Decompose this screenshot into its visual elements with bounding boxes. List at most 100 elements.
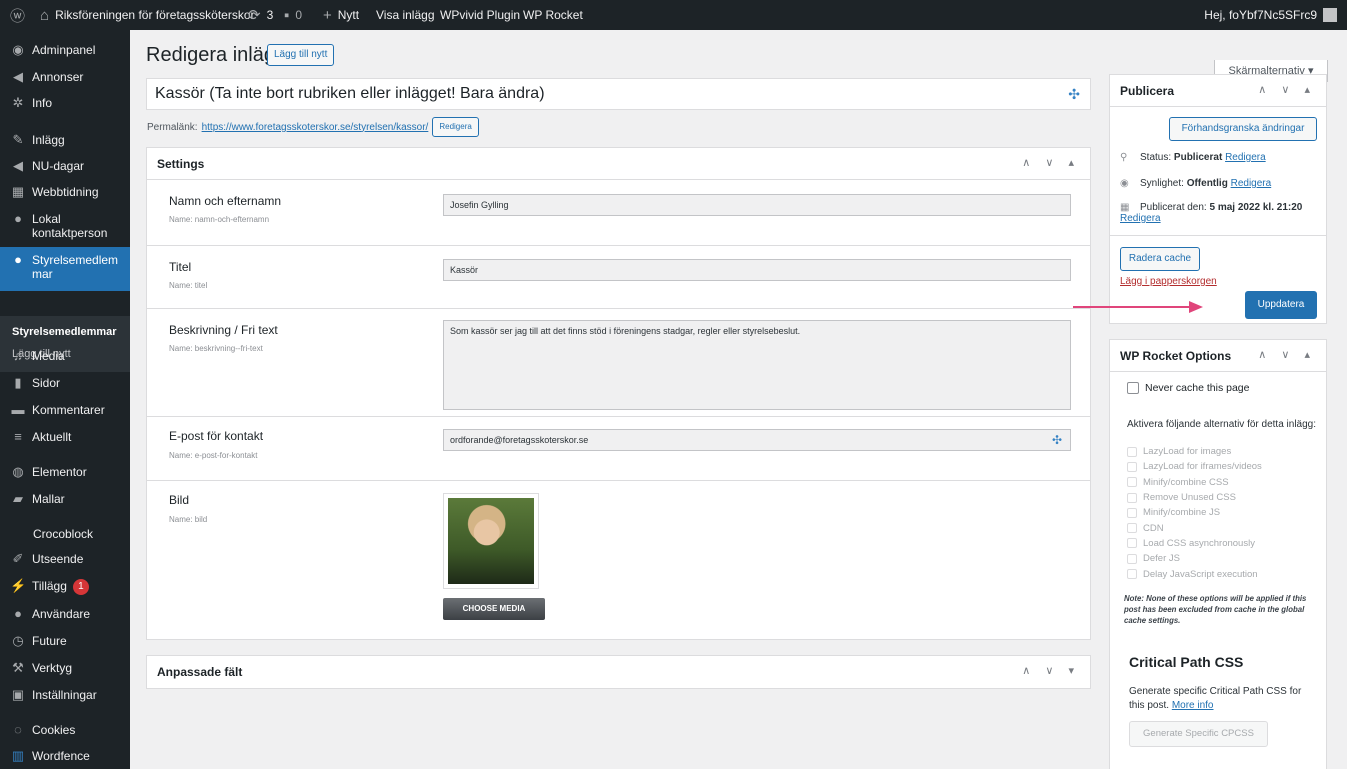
sidebar-item-anvandare[interactable]: ● Användare [0, 606, 130, 622]
description-textarea[interactable]: Som kassör ser jag till att det finns st… [443, 320, 1071, 410]
sidebar-item-webbtidning[interactable]: ▦ Webbtidning [0, 184, 130, 200]
main-content: Redigera inlägg Lägg till nytt Skärmalte… [130, 30, 1347, 769]
sidebar-item-sidor[interactable]: ▮ Sidor [0, 376, 130, 391]
cpcss-description: Generate specific Critical Path CSS for … [1129, 686, 1302, 711]
sidebar-item-mallar[interactable]: ▰ Mallar [0, 492, 130, 507]
option-cdn[interactable]: CDN [1127, 520, 1262, 535]
autofill-icon[interactable]: ✣ [1068, 79, 1080, 109]
wrench-icon: ⚒ [12, 660, 24, 675]
option-load-css-async[interactable]: Load CSS asynchronously [1127, 536, 1262, 551]
updates-link[interactable]: ⟳ 3 [248, 0, 273, 30]
page-title: Redigera inlägg [146, 44, 287, 66]
sidebar-item-future[interactable]: ◷ Future [0, 633, 130, 649]
generate-cpcss-button[interactable]: Generate Specific CPCSS [1129, 721, 1268, 747]
published-edit-link[interactable]: Redigera [1120, 213, 1320, 224]
never-cache-checkbox[interactable] [1127, 382, 1139, 394]
pin-icon: ✎ [12, 132, 24, 147]
field-row-image: Bild Name: bild CHOOSE MEDIA [147, 481, 1090, 639]
settings-icon: ▣ [11, 687, 25, 702]
preview-changes-button[interactable]: Förhandsgranska ändringar [1169, 117, 1317, 141]
user-icon: ● [14, 211, 22, 226]
sidebar-item-utseende[interactable]: ✐ Utseende [0, 551, 130, 567]
metabox-controls[interactable]: ∧ ∨ ▴ [1022, 156, 1080, 169]
clear-cache-button[interactable]: Radera cache [1120, 247, 1200, 271]
post-title-input[interactable]: Kassör (Ta inte bort rubriken eller inlä… [146, 78, 1091, 110]
choose-media-button[interactable]: CHOOSE MEDIA [443, 598, 545, 620]
calendar-icon: ▦ [1120, 202, 1130, 213]
sidebar-item-aktuellt[interactable]: ≡ Aktuellt [0, 430, 130, 445]
permalink-url[interactable]: https://www.foretagsskoterskor.se/styrel… [202, 122, 429, 133]
email-field[interactable]: ordforande@foretagsskoterskor.se ✣ [443, 429, 1071, 451]
sidebar-item-crocoblock[interactable]: Crocoblock [0, 527, 130, 541]
permalink-edit-button[interactable]: Redigera [432, 117, 479, 137]
sidebar-item-cookies[interactable]: ◌ Cookies [0, 723, 130, 738]
clock-icon: ◷ [12, 633, 24, 648]
sidebar-item-tillagg[interactable]: ⚡ Tillägg 1 [0, 579, 130, 595]
status-edit-link[interactable]: Redigera [1225, 152, 1266, 163]
sidebar-item-lokal-kontaktperson[interactable]: ● Lokal kontaktperson [0, 211, 130, 241]
pin-icon: ⚲ [1120, 152, 1128, 163]
comments-link[interactable]: ▪ 0 [284, 0, 302, 30]
wpvivid-link[interactable]: WPvivid Plugin [440, 0, 520, 30]
plugin-icon: ⚡ [10, 578, 27, 593]
sidebar-item-media[interactable]: ♫ Media [0, 349, 130, 364]
view-post-link[interactable]: Visa inlägg [376, 0, 435, 30]
published-row: ▦ Publicerat den: 5 maj 2022 kl. 21:20 Red… [1120, 202, 1320, 224]
update-button[interactable]: Uppdatera [1245, 291, 1317, 319]
sidebar-item-annonser[interactable]: ◀ Annonser [0, 69, 130, 85]
publish-metabox: Publicera ∧ ∨ ▴ Förhandsgranska ändringa… [1109, 74, 1327, 324]
account-menu[interactable]: Hej, foYbf7Nc5SFrc9 [1204, 0, 1337, 30]
sidebar-item-inlagg[interactable]: ✎ Inlägg [0, 132, 130, 148]
layout-icon: ▦ [11, 184, 25, 199]
eye-icon: ◉ [1120, 178, 1129, 189]
cpcss-title: Critical Path CSS [1129, 654, 1244, 670]
wp-rocket-metabox: WP Rocket Options ∧ ∨ ▴ Never cache this… [1109, 339, 1327, 769]
plus-icon: + [323, 6, 332, 24]
sidebar-item-elementor[interactable]: ◍ Elementor [0, 465, 130, 480]
sidebar-item-nu-dagar[interactable]: ◀ NU-dagar [0, 158, 130, 174]
wordpress-logo-icon[interactable]: ⓦ [10, 0, 31, 30]
sidebar-item-styrelsemedlemmar[interactable]: ● Styrelsemedlem mar [0, 247, 130, 291]
more-info-link[interactable]: More info [1172, 700, 1214, 711]
option-minify-js[interactable]: Minify/combine JS [1127, 505, 1262, 520]
name-field[interactable]: Josefin Gylling [443, 194, 1071, 216]
user-icon: ● [14, 606, 22, 621]
add-new-button[interactable]: Lägg till nytt [267, 44, 335, 66]
sidebar-item-installningar[interactable]: ▣ Inställningar [0, 687, 130, 703]
profile-photo[interactable] [443, 493, 539, 589]
update-count-badge: 1 [72, 579, 89, 595]
comment-icon: ▬ [11, 402, 25, 417]
gear-icon: ✲ [12, 95, 24, 110]
sidebar-item-adminpanel[interactable]: ◉ Adminpanel [0, 43, 130, 58]
brush-icon: ✐ [12, 551, 24, 566]
sidebar-item-kommentarer[interactable]: ▬ Kommentarer [0, 402, 130, 418]
settings-header[interactable]: Settings [147, 148, 1090, 180]
option-delay-js[interactable]: Delay JavaScript execution [1127, 566, 1262, 581]
sidebar-item-verktyg[interactable]: ⚒ Verktyg [0, 660, 130, 676]
visibility-edit-link[interactable]: Redigera [1231, 178, 1272, 189]
submenu-item-current[interactable]: Styrelsemedlemmar [12, 326, 117, 338]
custom-fields-header[interactable]: Anpassade fält [147, 656, 1090, 688]
option-remove-unused-css[interactable]: Remove Unused CSS [1127, 490, 1262, 505]
visibility-row: ◉ Synlighet: Offentlig Redigera [1120, 178, 1272, 189]
status-row: ⚲ Status: Publicerat Redigera [1120, 152, 1266, 163]
sidebar-item-wordfence[interactable]: ▥ Wordfence [0, 749, 130, 764]
new-content-link[interactable]: + Nytt [323, 0, 359, 30]
option-defer-js[interactable]: Defer JS [1127, 551, 1262, 566]
wp-rocket-link[interactable]: WP Rocket [523, 0, 583, 30]
never-cache-row: Never cache this page [1127, 382, 1249, 394]
option-lazyload-images[interactable]: LazyLoad for images [1127, 444, 1262, 459]
autofill-icon[interactable]: ✣ [1052, 430, 1062, 450]
metabox-controls[interactable]: ∧ ∨ ▴ [1258, 348, 1316, 361]
settings-metabox: Settings ∧ ∨ ▴ Namn och efternamn Name: … [146, 147, 1091, 640]
sidebar-item-info[interactable]: ✲ Info [0, 95, 130, 111]
metabox-controls[interactable]: ∧ ∨ ▴ [1258, 83, 1316, 96]
megaphone-icon: ◀ [13, 158, 23, 173]
metabox-controls[interactable]: ∧ ∨ ▾ [1022, 664, 1080, 677]
title-field[interactable]: Kassör [443, 259, 1071, 281]
megaphone-icon: ◀ [13, 69, 23, 84]
site-name-link[interactable]: ⌂ Riksföreningen för företagssköterskor [40, 0, 255, 30]
trash-link[interactable]: Lägg i papperskorgen [1120, 276, 1217, 287]
option-minify-css[interactable]: Minify/combine CSS [1127, 475, 1262, 490]
option-lazyload-iframes[interactable]: LazyLoad for iframes/videos [1127, 459, 1262, 474]
